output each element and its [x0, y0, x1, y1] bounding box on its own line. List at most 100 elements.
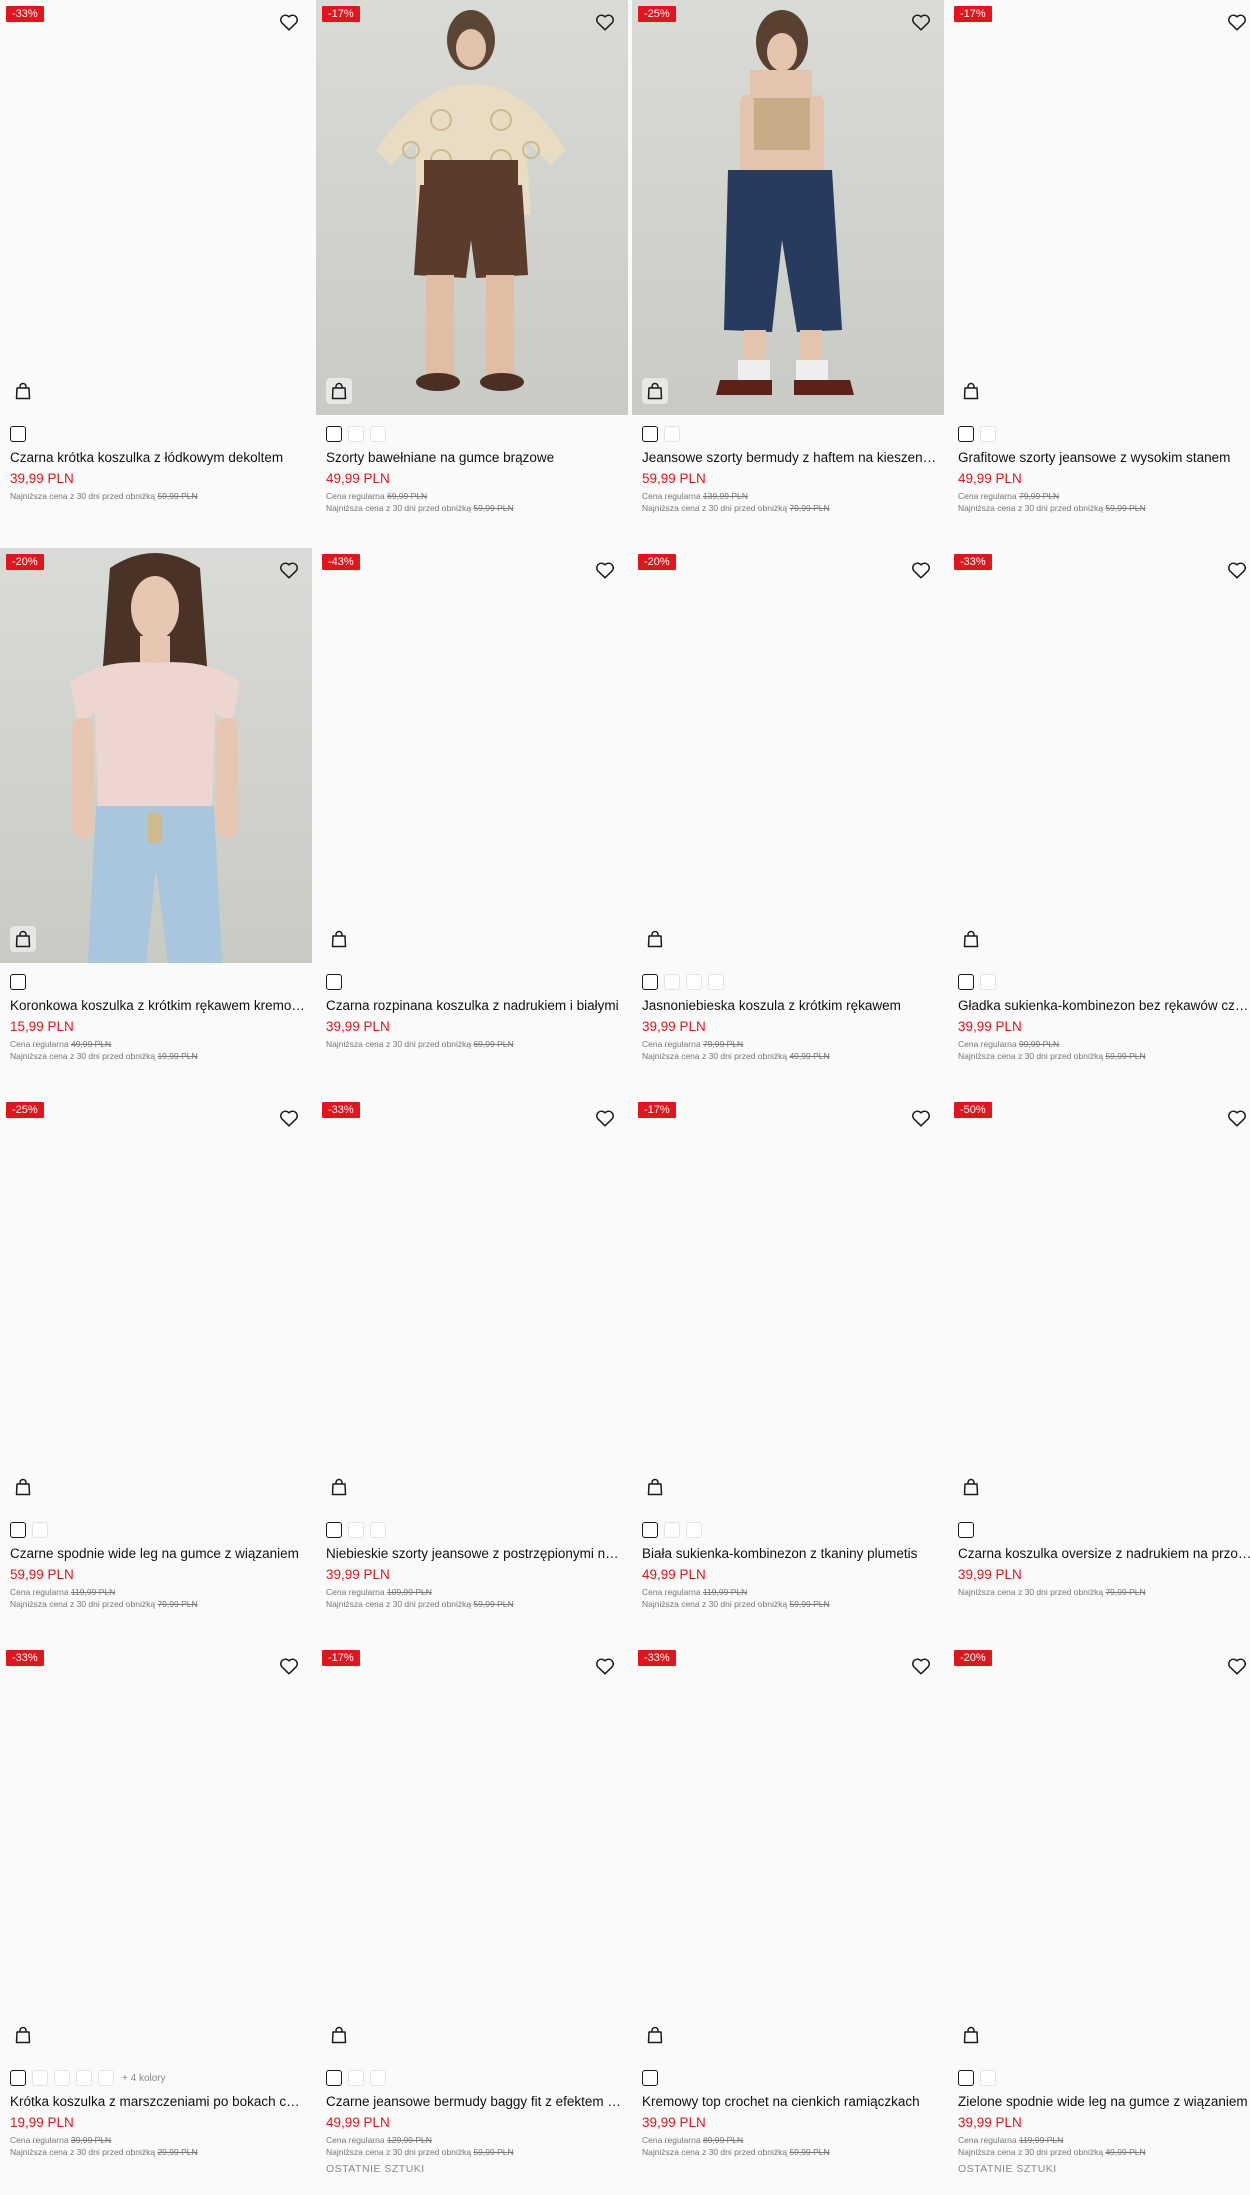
product-card[interactable]: -33% Kremowy top crochet na cienkich ram… [632, 1644, 944, 2192]
product-card[interactable]: -20% Jasnoniebieska koszula z krótkim rę… [632, 548, 944, 1096]
color-swatch[interactable] [980, 2070, 996, 2086]
shopping-bag-icon[interactable] [10, 2022, 36, 2048]
product-card[interactable]: -17% Grafitowe szorty jeansowe z wysokim… [948, 0, 1250, 548]
shopping-bag-icon[interactable] [642, 926, 668, 952]
color-swatch[interactable] [326, 974, 342, 990]
product-name[interactable]: Czarna koszulka oversize z nadrukiem na … [958, 1545, 1250, 1562]
product-name[interactable]: Grafitowe szorty jeansowe z wysokim stan… [958, 449, 1250, 466]
product-name[interactable]: Gładka sukienka-kombinezon bez rękawów c… [958, 997, 1250, 1014]
color-swatch[interactable] [980, 974, 996, 990]
product-card[interactable]: -17% Biała sukienka-kombinezon z tkaniny… [632, 1096, 944, 1644]
product-card[interactable]: -20% Zielone spodnie wide leg na gumce z… [948, 1644, 1250, 2192]
color-swatch[interactable] [348, 426, 364, 442]
shopping-bag-icon[interactable] [642, 2022, 668, 2048]
shopping-bag-icon[interactable] [326, 1474, 352, 1500]
color-swatch[interactable] [32, 1522, 48, 1538]
shopping-bag-icon[interactable] [326, 378, 352, 404]
color-swatch[interactable] [664, 1522, 680, 1538]
color-swatch[interactable] [76, 2070, 92, 2086]
color-swatch[interactable] [348, 1522, 364, 1538]
color-swatch[interactable] [10, 2070, 26, 2086]
heart-icon[interactable] [910, 1655, 932, 1677]
product-card[interactable]: -25% Jeansowe szorty bermudy z haftem na… [632, 0, 944, 548]
heart-icon[interactable] [1226, 559, 1248, 581]
product-name[interactable]: Szorty bawełniane na gumce brązowe [326, 449, 622, 466]
heart-icon[interactable] [594, 559, 616, 581]
product-name[interactable]: Krótka koszulka z marszczeniami po bokac… [10, 2093, 306, 2110]
product-image[interactable]: -25% [0, 1096, 312, 1511]
color-swatch[interactable] [686, 1522, 702, 1538]
color-swatch[interactable] [370, 1522, 386, 1538]
product-name[interactable]: Niebieskie szorty jeansowe z postrzępion… [326, 1545, 622, 1562]
heart-icon[interactable] [1226, 1655, 1248, 1677]
product-image[interactable]: -33% [632, 1644, 944, 2059]
heart-icon[interactable] [1226, 11, 1248, 33]
product-name[interactable]: Czarna krótka koszulka z łódkowym dekolt… [10, 449, 306, 466]
product-card[interactable]: -17% Szorty bawełniane na gumce brązowe … [316, 0, 628, 548]
heart-icon[interactable] [278, 11, 300, 33]
heart-icon[interactable] [594, 1655, 616, 1677]
product-name[interactable]: Zielone spodnie wide leg na gumce z wiąz… [958, 2093, 1250, 2110]
product-name[interactable]: Jeansowe szorty bermudy z haftem na kies… [642, 449, 938, 466]
heart-icon[interactable] [594, 1107, 616, 1129]
product-name[interactable]: Czarna rozpinana koszulka z nadrukiem i … [326, 997, 622, 1014]
heart-icon[interactable] [278, 1655, 300, 1677]
color-swatch[interactable] [10, 974, 26, 990]
color-swatch[interactable] [708, 974, 724, 990]
color-swatch[interactable] [10, 1522, 26, 1538]
shopping-bag-icon[interactable] [958, 1474, 984, 1500]
product-card[interactable]: -33% Niebieskie szorty jeansowe z postrz… [316, 1096, 628, 1644]
heart-icon[interactable] [278, 559, 300, 581]
color-swatch[interactable] [326, 1522, 342, 1538]
product-image[interactable]: -17% [948, 0, 1250, 415]
heart-icon[interactable] [594, 11, 616, 33]
color-swatch[interactable] [32, 2070, 48, 2086]
shopping-bag-icon[interactable] [958, 378, 984, 404]
heart-icon[interactable] [910, 1107, 932, 1129]
product-image[interactable]: -33% [0, 0, 312, 415]
product-card[interactable]: -43% Czarna rozpinana koszulka z nadruki… [316, 548, 628, 1096]
product-card[interactable]: -20% Koronkowa koszulka z krótkim rękawe… [0, 548, 312, 1096]
color-swatch[interactable] [958, 974, 974, 990]
color-swatch[interactable] [958, 426, 974, 442]
product-image[interactable]: -17% [316, 1644, 628, 2059]
product-image[interactable]: -17% [632, 1096, 944, 1511]
shopping-bag-icon[interactable] [326, 926, 352, 952]
color-swatch[interactable] [958, 2070, 974, 2086]
color-swatch[interactable] [958, 1522, 974, 1538]
product-card[interactable]: -17% Czarne jeansowe bermudy baggy fit z… [316, 1644, 628, 2192]
color-swatch[interactable] [642, 2070, 658, 2086]
heart-icon[interactable] [1226, 1107, 1248, 1129]
shopping-bag-icon[interactable] [326, 2022, 352, 2048]
color-swatch[interactable] [664, 426, 680, 442]
heart-icon[interactable] [278, 1107, 300, 1129]
product-name[interactable]: Czarne spodnie wide leg na gumce z wiąza… [10, 1545, 306, 1562]
heart-icon[interactable] [910, 11, 932, 33]
color-swatch[interactable] [980, 426, 996, 442]
product-image[interactable]: -17% [316, 0, 628, 415]
heart-icon[interactable] [910, 559, 932, 581]
product-name[interactable]: Koronkowa koszulka z krótkim rękawem kre… [10, 997, 306, 1014]
shopping-bag-icon[interactable] [958, 926, 984, 952]
product-card[interactable]: -33% + 4 kolory Krótka koszulka z marszc… [0, 1644, 312, 2192]
color-swatch[interactable] [370, 2070, 386, 2086]
more-colors-link[interactable]: + 4 kolory [122, 2073, 166, 2084]
color-swatch[interactable] [642, 426, 658, 442]
color-swatch[interactable] [370, 426, 386, 442]
shopping-bag-icon[interactable] [642, 378, 668, 404]
product-name[interactable]: Czarne jeansowe bermudy baggy fit z efek… [326, 2093, 622, 2110]
color-swatch[interactable] [642, 1522, 658, 1538]
product-name[interactable]: Jasnoniebieska koszula z krótkim rękawem [642, 997, 938, 1014]
product-image[interactable]: -20% [632, 548, 944, 963]
product-image[interactable]: -25% [632, 0, 944, 415]
product-card[interactable]: -33% Gładka sukienka-kombinezon bez ręka… [948, 548, 1250, 1096]
shopping-bag-icon[interactable] [10, 1474, 36, 1500]
product-image[interactable]: -33% [0, 1644, 312, 2059]
product-name[interactable]: Kremowy top crochet na cienkich ramiączk… [642, 2093, 938, 2110]
product-image[interactable]: -20% [0, 548, 312, 963]
product-image[interactable]: -33% [316, 1096, 628, 1511]
product-image[interactable]: -50% [948, 1096, 1250, 1511]
shopping-bag-icon[interactable] [642, 1474, 668, 1500]
product-image[interactable]: -20% [948, 1644, 1250, 2059]
color-swatch[interactable] [98, 2070, 114, 2086]
